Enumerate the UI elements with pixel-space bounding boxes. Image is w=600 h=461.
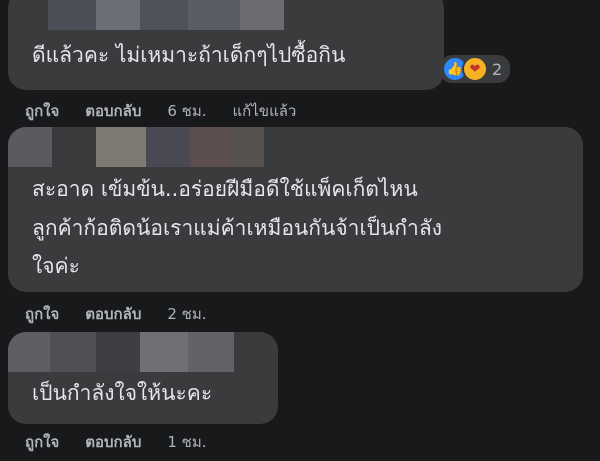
edited-label[interactable]: แก้ไขแล้ว <box>233 99 297 123</box>
reaction-summary[interactable]: 👍 ❤ 2 <box>440 55 511 83</box>
reaction-count: 2 <box>492 59 503 79</box>
comment-bubble: ดีแล้วคะ ไม่เหมาะถ้าเด็กๆไปซื้อกิน <box>8 0 444 90</box>
comment-bubble: เป็นกำลังใจให้นะคะ <box>8 332 278 424</box>
timestamp[interactable]: 2 ชม. <box>167 302 206 326</box>
comment-thread: ดีแล้วคะ ไม่เหมาะถ้าเด็กๆไปซื้อกิน 👍 ❤ 2… <box>0 0 600 461</box>
like-link[interactable]: ถูกใจ <box>25 99 59 123</box>
blurred-commenter-name <box>8 332 234 372</box>
care-icon: ❤ <box>462 56 488 82</box>
comment-text: ดีแล้วคะ ไม่เหมาะถ้าเด็กๆไปซื้อกิน <box>32 43 346 67</box>
blurred-commenter-name <box>48 0 284 30</box>
comment-actions: ถูกใจ ตอบกลับ 1 ชม. <box>25 430 233 454</box>
like-link[interactable]: ถูกใจ <box>25 430 59 454</box>
comment-text-line: สะอาด เข้มข้น..อร่อยฝีมือดีใช้แพ็คเก็ตไห… <box>32 177 418 201</box>
reply-link[interactable]: ตอบกลับ <box>85 99 141 123</box>
comment-actions: ถูกใจ ตอบกลับ 2 ชม. <box>25 302 233 326</box>
comment-actions: ถูกใจ ตอบกลับ 6 ชม. แก้ไขแล้ว <box>25 99 322 123</box>
comment-text-line: ใจค่ะ <box>32 254 80 278</box>
timestamp[interactable]: 1 ชม. <box>167 430 206 454</box>
like-link[interactable]: ถูกใจ <box>25 302 59 326</box>
blurred-commenter-name <box>8 127 264 167</box>
reply-link[interactable]: ตอบกลับ <box>85 430 141 454</box>
comment-text: เป็นกำลังใจให้นะคะ <box>32 381 213 405</box>
timestamp[interactable]: 6 ชม. <box>167 99 206 123</box>
comment-text-line: ลูกค้าก้อติดน้อเราแม่ค้าเหมือนกันจ้าเป็น… <box>32 216 442 240</box>
reply-link[interactable]: ตอบกลับ <box>85 302 141 326</box>
comment-bubble: สะอาด เข้มข้น..อร่อยฝีมือดีใช้แพ็คเก็ตไห… <box>8 127 583 292</box>
